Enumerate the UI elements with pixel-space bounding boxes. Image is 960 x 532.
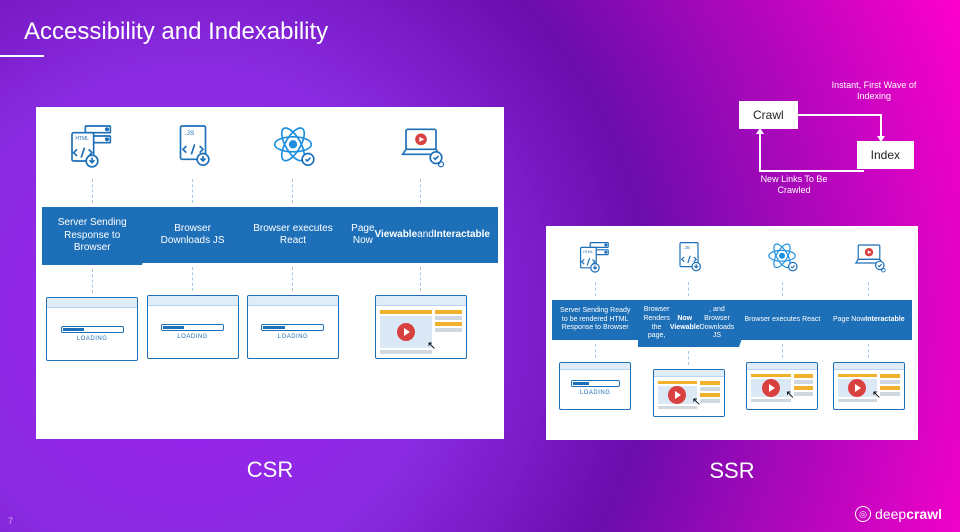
ssr-label: SSR xyxy=(709,458,754,484)
ssr-step-4: Page Now Interactable xyxy=(826,300,912,340)
react-icon xyxy=(268,121,318,171)
laptop-icon xyxy=(851,239,887,275)
csr-col-4: Page Now Viewable and Interactable ↖ xyxy=(343,117,498,431)
crawl-index-bottom-label: New Links To Be Crawled xyxy=(744,174,844,196)
js-doc-icon xyxy=(671,239,707,275)
ssr-col-4: Page Now Interactable ↖ xyxy=(826,236,912,432)
csr-col-1: Server Sending Response to Browser LOADI… xyxy=(42,117,142,431)
slide-number: 7 xyxy=(8,516,13,526)
loading-browser-icon: LOADING xyxy=(247,295,339,359)
csr-col-3: Browser executes React LOADING xyxy=(243,117,343,431)
rendered-browser-icon: ↖ xyxy=(746,362,818,410)
csr-step-2: Browser Downloads JS xyxy=(142,207,242,263)
csr-step-4: Page Now Viewable and Interactable xyxy=(343,207,498,263)
laptop-icon xyxy=(396,121,446,171)
crawl-index-diagram: Instant, First Wave of Indexing Crawl In… xyxy=(714,86,914,196)
rendered-browser-icon: ↖ xyxy=(375,295,467,359)
crawl-index-top-label: Instant, First Wave of Indexing xyxy=(824,80,924,102)
title-underline xyxy=(0,55,44,57)
brand-mark-icon: ◎ xyxy=(855,506,871,522)
ssr-panel: Server Sending Ready to be rendered HTML… xyxy=(546,226,918,440)
rendered-browser-icon: ↖ xyxy=(833,362,905,410)
ssr-col-2: Browser Renders the page, Now Viewable, … xyxy=(638,236,739,432)
html-doc-icon xyxy=(577,239,613,275)
csr-label: CSR xyxy=(247,457,293,483)
ssr-col-1: Server Sending Ready to be rendered HTML… xyxy=(552,236,638,432)
ssr-step-3: Browser executes React xyxy=(739,300,825,340)
index-box: Index xyxy=(857,141,914,169)
loading-browser-icon: LOADING xyxy=(46,297,138,361)
csr-col-2: Browser Downloads JS LOADING xyxy=(142,117,242,431)
ssr-step-2: Browser Renders the page, Now Viewable, … xyxy=(638,300,739,347)
js-doc-icon xyxy=(168,121,218,171)
html-doc-icon xyxy=(67,121,117,171)
ssr-col-3: Browser executes React ↖ xyxy=(739,236,825,432)
brand-logo: ◎ deepcrawl xyxy=(855,506,942,522)
crawl-box: Crawl xyxy=(739,101,798,129)
rendered-browser-icon: ↖ xyxy=(653,369,725,417)
csr-panel: Server Sending Response to Browser LOADI… xyxy=(36,107,504,439)
brand-text: deepcrawl xyxy=(875,506,942,522)
csr-step-3: Browser executes React xyxy=(243,207,343,263)
loading-browser-icon: LOADING xyxy=(559,362,631,410)
ssr-step-1: Server Sending Ready to be rendered HTML… xyxy=(552,300,638,340)
csr-step-1: Server Sending Response to Browser xyxy=(42,207,142,265)
slide-title: Accessibility and Indexability xyxy=(24,18,328,46)
loading-browser-icon: LOADING xyxy=(147,295,239,359)
react-icon xyxy=(764,239,800,275)
